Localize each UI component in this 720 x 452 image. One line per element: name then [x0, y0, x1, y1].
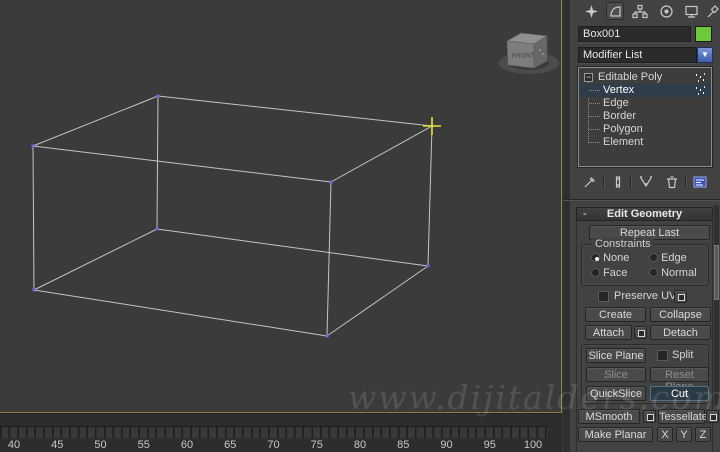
radio-icon — [591, 268, 600, 277]
viewcube[interactable]: FRONT — [492, 20, 564, 78]
timeline-frame-label: 40 — [7, 439, 21, 451]
modifier-list-dropdown[interactable]: Modifier List — [578, 47, 697, 63]
motion-icon[interactable] — [657, 2, 675, 20]
make-unique-icon[interactable] — [637, 173, 655, 191]
cut-button[interactable]: Cut — [650, 386, 709, 401]
preserve-uvs-settings-button[interactable] — [674, 290, 687, 303]
make-planar-y-button[interactable]: Y — [676, 427, 692, 442]
object-name-field[interactable] — [578, 26, 691, 42]
collapse-button[interactable]: Collapse — [650, 307, 711, 322]
stack-row-border[interactable]: Border — [579, 110, 711, 123]
timeline-frame-label: 90 — [440, 439, 453, 451]
quickslice-button[interactable]: QuickSlice — [586, 386, 646, 401]
display-icon[interactable] — [682, 2, 700, 20]
timeline-frame-label: 65 — [224, 439, 237, 451]
sparkle-icon — [695, 74, 697, 76]
slice-plane-button[interactable]: Slice Plane — [586, 348, 646, 363]
stack-row-edge[interactable]: Edge — [579, 97, 711, 110]
radio-icon — [649, 253, 658, 262]
slice-button[interactable]: Slice — [586, 367, 646, 382]
tessellate-button[interactable]: Tessellate — [658, 409, 708, 424]
preserve-uvs-label: Preserve UVs — [614, 290, 682, 302]
stack-root-label: Editable Poly — [598, 71, 663, 83]
rollout-title: Edit Geometry — [606, 208, 683, 220]
3dsmax-window: FRONT 404550556065707580859095100 www.di… — [0, 0, 720, 452]
stack-row-element[interactable]: Element — [579, 136, 711, 149]
timeline-frame-label: 75 — [310, 439, 323, 451]
pin-stack-icon[interactable] — [581, 173, 599, 191]
configure-modifier-sets-icon[interactable] — [691, 173, 709, 191]
radio-icon — [649, 268, 658, 277]
panel-separator — [563, 0, 570, 452]
panel-scrollbar[interactable] — [714, 205, 719, 405]
constraint-radio-edge[interactable]: Edge — [649, 253, 687, 264]
make-planar-z-button[interactable]: Z — [695, 427, 711, 442]
sparkle-icon — [695, 87, 697, 89]
modify-icon[interactable] — [606, 2, 624, 20]
make-planar-x-button[interactable]: X — [657, 427, 673, 442]
viewcube-front-label: FRONT — [512, 52, 535, 60]
chevron-down-icon[interactable]: ▼ — [697, 47, 713, 63]
attach-button[interactable]: Attach — [585, 325, 632, 340]
attach-settings-button[interactable] — [634, 326, 647, 339]
timeline-frame-label: 45 — [51, 439, 64, 451]
object-color-swatch[interactable] — [695, 26, 712, 42]
stack-row-vertex[interactable]: Vertex — [579, 84, 711, 97]
create-icon[interactable] — [582, 2, 600, 20]
detach-button[interactable]: Detach — [650, 325, 711, 340]
preserve-uvs-checkbox[interactable] — [598, 291, 609, 302]
timeline-frame-label: 85 — [397, 439, 410, 451]
create-button[interactable]: Create — [585, 307, 646, 322]
constraint-radio-face[interactable]: Face — [591, 268, 628, 279]
rollout-edit-geometry[interactable]: - Edit Geometry — [576, 207, 713, 221]
timeline-frame-label: 50 — [94, 439, 107, 451]
split-label: Split — [672, 349, 694, 361]
constraints-group: Constraints None Edge Face Normal — [581, 238, 709, 286]
timeline-frame-label: 55 — [137, 439, 150, 451]
viewport-front[interactable]: FRONT — [0, 0, 562, 413]
constraint-radio-normal[interactable]: Normal — [649, 268, 697, 279]
timeline-ruler[interactable] — [0, 426, 548, 438]
modifier-stack: − Editable Poly Vertex Edge Border Polyg… — [578, 67, 712, 167]
radio-icon — [591, 253, 600, 262]
hierarchy-icon[interactable] — [631, 2, 649, 20]
stack-row-polygon[interactable]: Polygon — [579, 123, 711, 136]
make-planar-button[interactable]: Make Planar — [578, 427, 653, 442]
msmooth-settings-button[interactable] — [643, 410, 656, 423]
split-checkbox[interactable] — [657, 350, 668, 361]
scrollbar-thumb[interactable] — [714, 245, 719, 300]
timeline-frame-label: 60 — [180, 439, 194, 451]
panel-divider — [563, 199, 720, 200]
timeline-frame-label: 100 — [523, 439, 543, 451]
wireframe-box — [31, 94, 441, 338]
timeline-frame-label: 70 — [267, 439, 280, 451]
timeline-frame-label: 80 — [353, 439, 367, 451]
timeline-track-bar[interactable]: 40 45 50 55 60 65 70 75 80 85 90 95 100 — [0, 413, 562, 452]
utilities-icon[interactable] — [703, 2, 720, 20]
timeline-frame-label: 95 — [483, 439, 496, 451]
constraint-radio-none[interactable]: None — [591, 253, 629, 264]
reset-plane-button[interactable]: Reset Plane — [650, 367, 709, 393]
show-end-result-icon[interactable] — [609, 173, 627, 191]
msmooth-button[interactable]: MSmooth — [578, 409, 640, 424]
tessellate-settings-button[interactable] — [706, 410, 719, 423]
remove-modifier-icon[interactable] — [663, 173, 681, 191]
rollout-collapse-icon: - — [583, 208, 587, 220]
stack-row-editable-poly[interactable]: − Editable Poly — [579, 71, 711, 84]
constraints-label: Constraints — [592, 238, 654, 250]
